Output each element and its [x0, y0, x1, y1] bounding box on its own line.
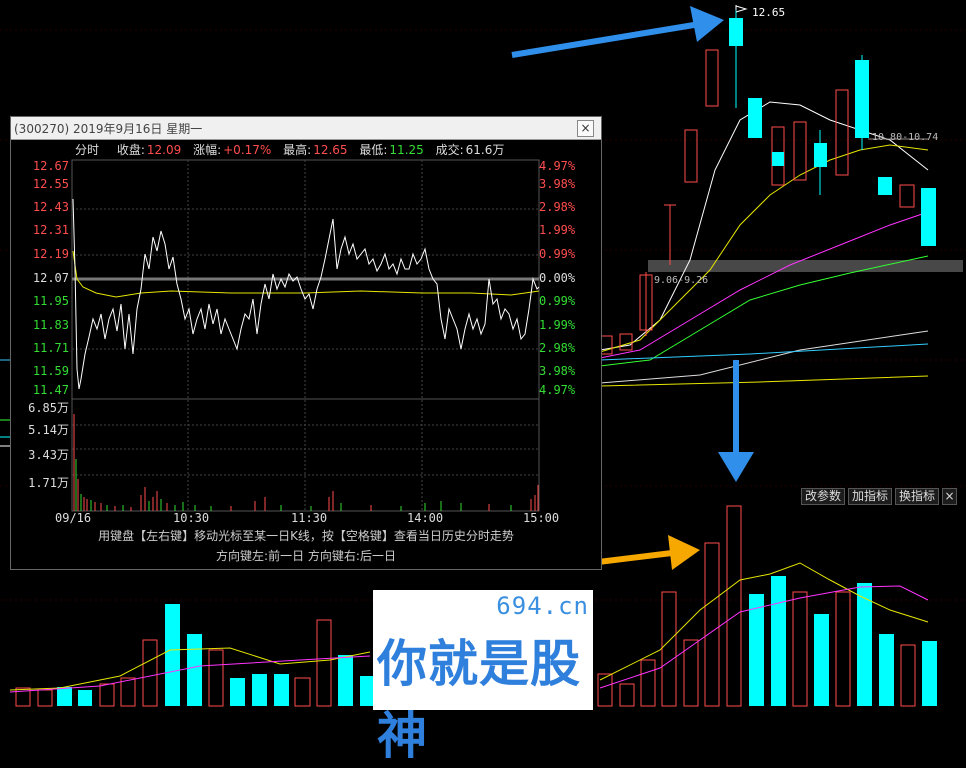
high-label: 最高:	[283, 143, 312, 157]
popup-titlebar[interactable]: (300270) 2019年9月16日 星期一 ×	[11, 117, 601, 140]
candles	[599, 10, 936, 355]
pct-tick: 4.97%	[539, 159, 576, 173]
low-label: 最低:	[359, 143, 388, 157]
price-line	[72, 198, 540, 390]
annotation-arrow-blue-down	[718, 360, 754, 482]
intraday-history-popup: (300270) 2019年9月16日 星期一 × 分时 收盘: 12.09 涨幅…	[10, 116, 602, 570]
peak-price-label: 12.65	[752, 6, 786, 19]
pct-tick: 0.00%	[539, 271, 576, 285]
price-tick: 12.07	[32, 271, 69, 285]
popup-title: (300270) 2019年9月16日 星期一	[14, 122, 203, 136]
indicator-toolbar: 改参数 加指标 换指标 ×	[801, 488, 958, 505]
watermark-url: 694.cn	[496, 592, 589, 620]
peak-flag	[735, 5, 748, 13]
info-bar: 分时 收盘: 12.09 涨幅: +0.17% 最高: 12.65 最低: 11.25 …	[11, 141, 601, 159]
pct-tick: 3.98%	[539, 364, 576, 378]
time-tick: 14:00	[407, 511, 444, 525]
volume-tick: 1.71万	[28, 476, 69, 490]
pct-tick: 2.98%	[539, 341, 576, 355]
ma-line-olive	[599, 375, 929, 387]
volume-label: 成交:	[435, 143, 464, 157]
replace-indicator-button[interactable]: 换指标	[895, 488, 940, 505]
popup-close-button[interactable]: ×	[577, 120, 594, 137]
ma-line-green	[599, 255, 929, 367]
close-indicator-button[interactable]: ×	[942, 488, 958, 505]
pct-tick: 4.97%	[539, 383, 576, 397]
range-label-upper: 10.80-10.74	[872, 132, 939, 143]
time-tick: 11:30	[291, 511, 328, 525]
time-tick: 10:30	[173, 511, 210, 525]
ma-line-yellow	[599, 144, 929, 353]
price-tick: 12.43	[32, 200, 69, 214]
high-value: 12.65	[313, 143, 348, 157]
intraday-grid	[71, 159, 540, 512]
change-label: 涨幅:	[193, 143, 222, 157]
annotation-arrow-blue-top	[511, 6, 724, 58]
watermark-text: 你就是股神	[377, 635, 581, 765]
pct-tick: 0.99%	[539, 294, 576, 308]
price-tick: 11.95	[32, 294, 69, 308]
volume-tick: 6.85万	[28, 401, 69, 415]
price-tick: 12.55	[32, 177, 69, 191]
watermark-logo: 694.cn 你就是股神	[373, 590, 593, 765]
price-tick: 11.71	[32, 341, 69, 355]
price-tick: 12.31	[32, 223, 69, 237]
pct-tick: 1.99%	[539, 318, 576, 332]
keyboard-hint-line1: 用键盘【左右键】移动光标至某一日K线，按【空格键】查看当日历史分时走势	[98, 529, 514, 543]
intraday-chart[interactable]	[71, 159, 541, 513]
time-tick: 15:00	[523, 511, 560, 525]
low-value: 11.25	[389, 143, 424, 157]
ma-line-magenta	[599, 211, 929, 359]
pct-tick: 2.98%	[539, 200, 576, 214]
time-tick: 09/16	[55, 511, 92, 525]
change-value: +0.17%	[223, 143, 272, 157]
price-tick: 11.83	[32, 318, 69, 332]
price-tick: 12.67	[32, 159, 69, 173]
keyboard-hint-line2: 方向键左:前一日 方向键右:后一日	[216, 549, 396, 563]
volume-value: 61.6万	[465, 143, 505, 157]
price-tick: 11.59	[32, 364, 69, 378]
mode-label: 分时	[75, 143, 100, 157]
volume-tick: 3.43万	[28, 448, 69, 462]
volume-tick: 5.14万	[28, 423, 69, 437]
price-range-band	[648, 260, 963, 272]
ma-line-gray	[599, 330, 929, 384]
pct-tick: 3.98%	[539, 177, 576, 191]
price-tick: 12.19	[32, 247, 69, 261]
pct-tick: 1.99%	[539, 223, 576, 237]
intraday-volume-bars	[73, 414, 539, 511]
annotation-arrow-orange	[589, 535, 700, 570]
ma-line-cyan	[599, 343, 929, 361]
close-value: 12.09	[146, 143, 182, 157]
range-label-lower: 9.06-9.26	[654, 275, 709, 286]
price-tick: 11.47	[32, 383, 69, 397]
add-indicator-button[interactable]: 加指标	[848, 488, 893, 505]
pct-tick: 0.99%	[539, 247, 576, 261]
close-label: 收盘:	[116, 143, 145, 157]
modify-params-button[interactable]: 改参数	[801, 488, 846, 505]
